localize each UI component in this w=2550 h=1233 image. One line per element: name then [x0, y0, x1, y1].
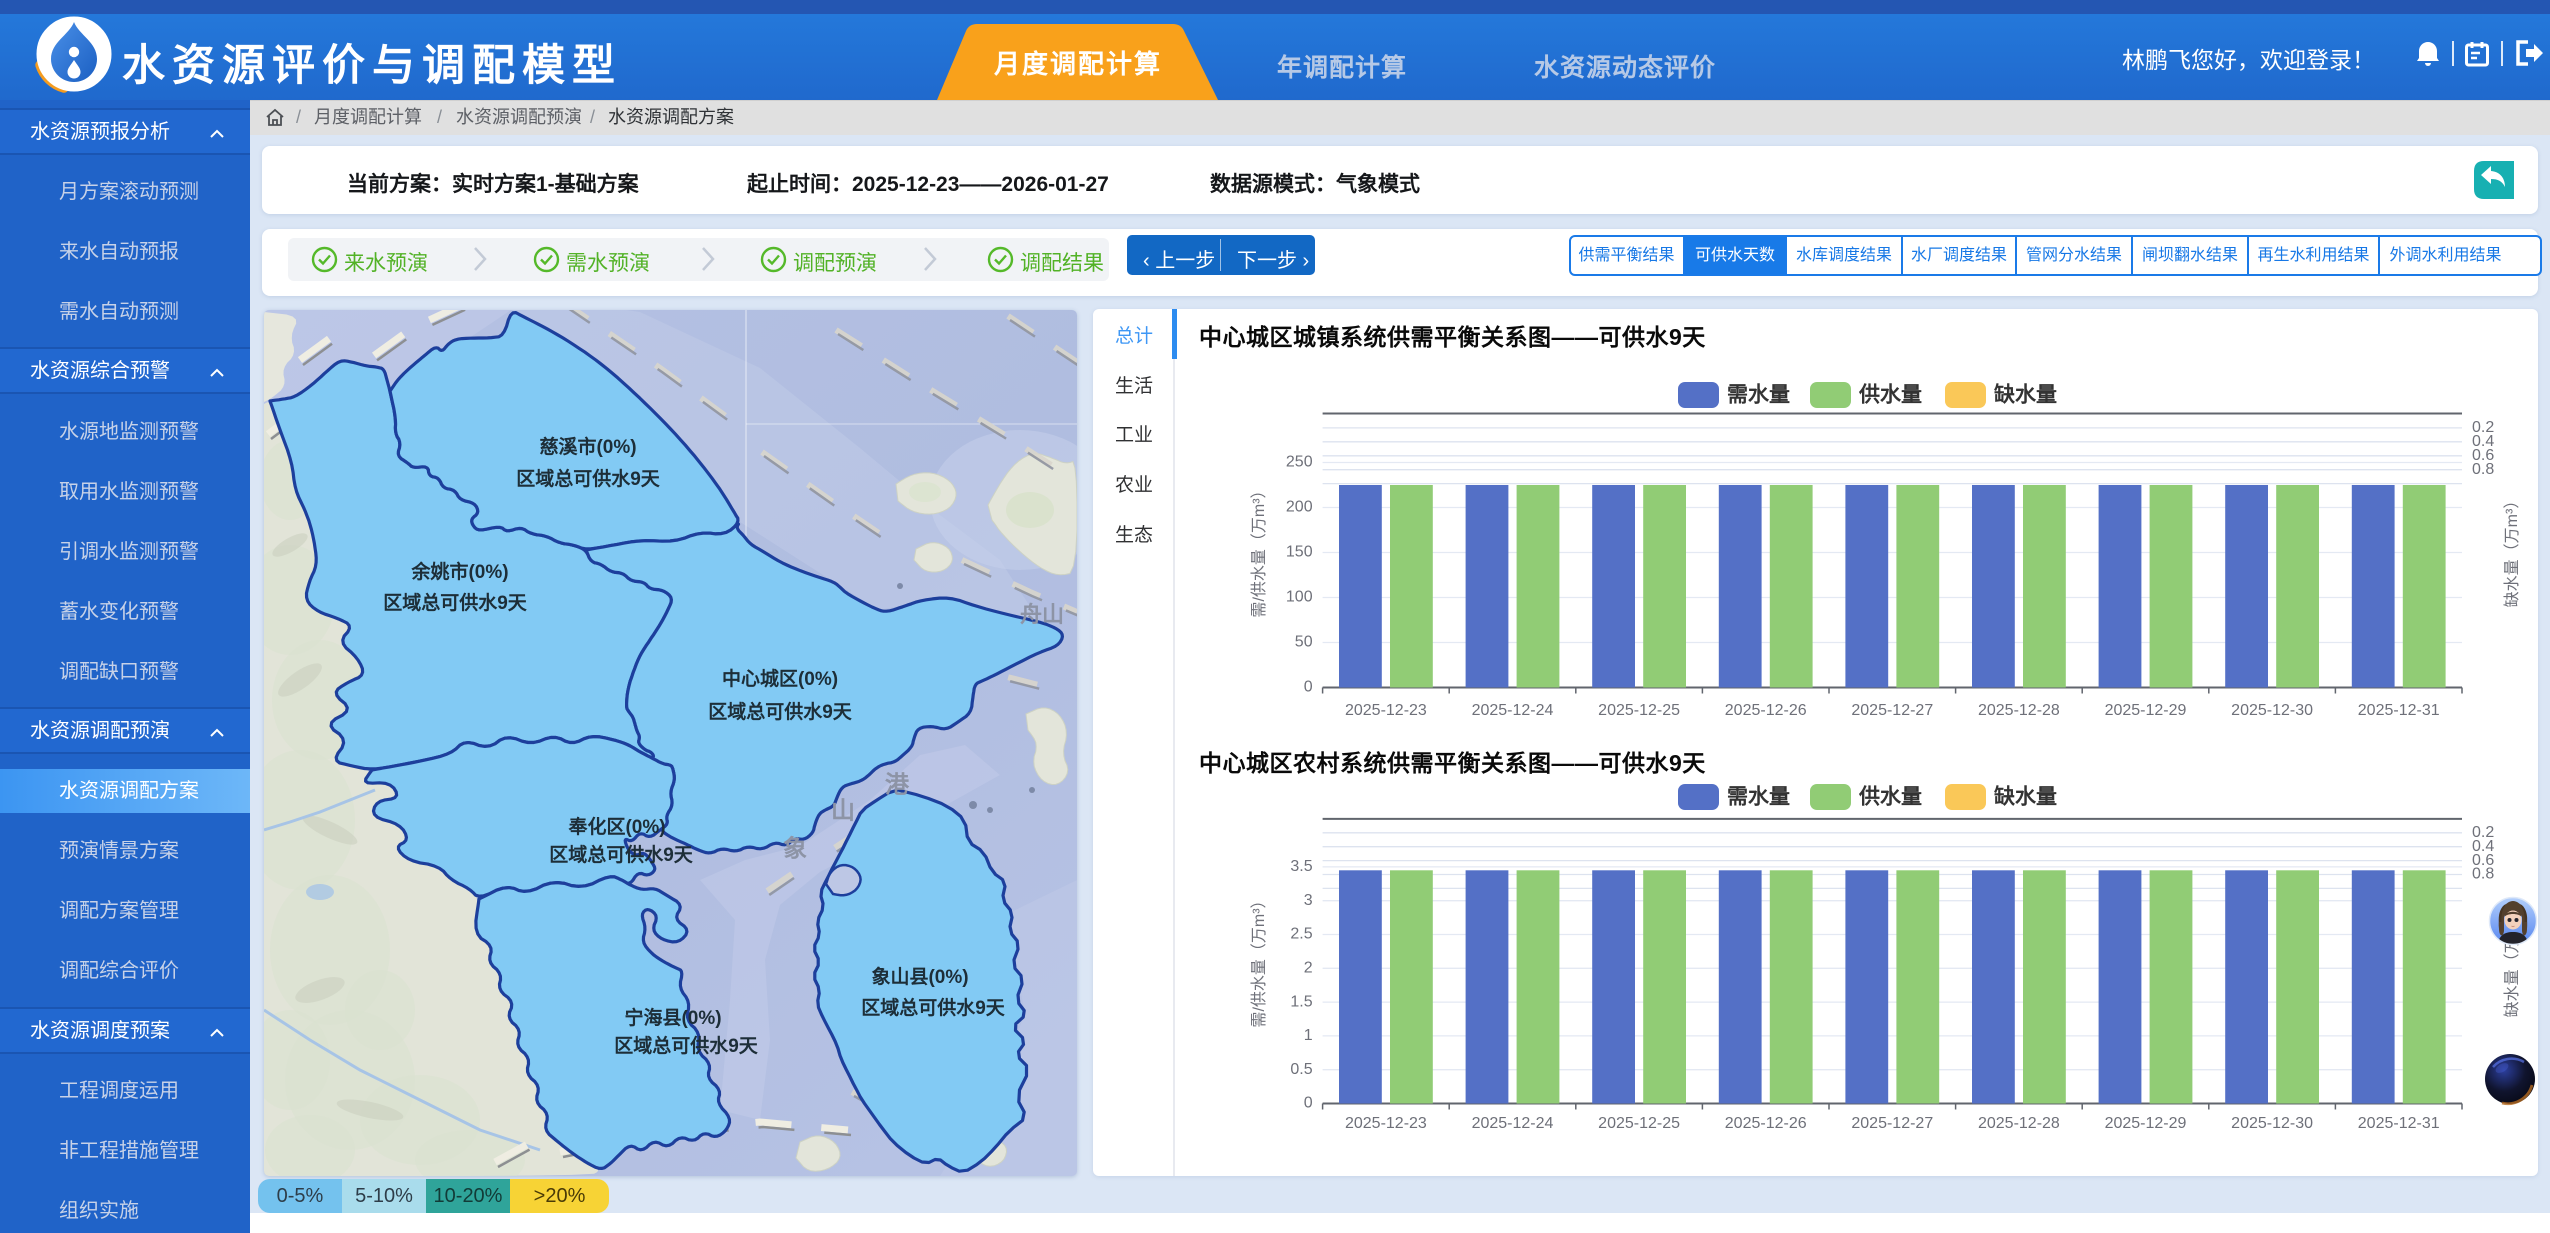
svg-text:2025-12-27: 2025-12-27: [1851, 702, 1933, 719]
svg-text:山: 山: [831, 797, 855, 824]
svg-text:月度调配计算: 月度调配计算: [993, 49, 1162, 79]
svg-text:2025-12-23: 2025-12-23: [1345, 702, 1427, 719]
svg-text:50: 50: [1295, 634, 1313, 651]
svg-text:2025-12-29: 2025-12-29: [2105, 702, 2187, 719]
svg-text:宁海县(0%): 宁海县(0%): [624, 1006, 721, 1029]
svg-text:港: 港: [885, 771, 910, 798]
svg-text:需/供水量（万m³）: 需/供水量（万m³）: [1250, 482, 1268, 617]
svg-text:2025-12-30: 2025-12-30: [2231, 702, 2313, 719]
svg-text:2025-12-26: 2025-12-26: [1725, 702, 1807, 719]
svg-text:1.5: 1.5: [1290, 993, 1312, 1010]
svg-text:需水量: 需水量: [1727, 384, 1790, 407]
svg-text:1: 1: [1304, 1027, 1313, 1044]
svg-text:250: 250: [1286, 454, 1313, 471]
svg-text:0: 0: [1304, 1095, 1313, 1112]
svg-text:0.8: 0.8: [2472, 461, 2494, 478]
svg-text:2025-12-28: 2025-12-28: [1978, 1115, 2060, 1132]
svg-text:供水量: 供水量: [1858, 785, 1922, 809]
svg-text:中心城区城镇系统供需平衡关系图——可供水9天: 中心城区城镇系统供需平衡关系图——可供水9天: [1199, 324, 1706, 350]
svg-text:区域总可供水9天: 区域总可供水9天: [861, 996, 1006, 1019]
svg-text:2025-12-31: 2025-12-31: [2358, 702, 2440, 719]
svg-text:2025-12-24: 2025-12-24: [1472, 702, 1554, 719]
svg-text:2025-12-31: 2025-12-31: [2358, 1115, 2440, 1132]
svg-text:区域总可供水9天: 区域总可供水9天: [708, 700, 853, 723]
svg-text:2.5: 2.5: [1290, 926, 1312, 943]
svg-text:区域总可供水9天: 区域总可供水9天: [383, 591, 528, 614]
svg-text:慈溪市(0%): 慈溪市(0%): [539, 435, 636, 458]
svg-text:缺水量（万m³）: 缺水量（万m³）: [2503, 493, 2521, 608]
svg-text:150: 150: [1286, 544, 1313, 561]
svg-text:2025-12-27: 2025-12-27: [1851, 1115, 1933, 1132]
svg-text:2025-12-25: 2025-12-25: [1598, 1115, 1680, 1132]
svg-text:0: 0: [1304, 679, 1313, 696]
svg-text:奉化区(0%): 奉化区(0%): [567, 815, 665, 838]
svg-text:中心城区农村系统供需平衡关系图——可供水9天: 中心城区农村系统供需平衡关系图——可供水9天: [1199, 750, 1706, 776]
svg-text:2025-12-23: 2025-12-23: [1345, 1115, 1427, 1132]
svg-text:舟山: 舟山: [1020, 602, 1064, 627]
svg-text:区域总可供水9天: 区域总可供水9天: [549, 843, 694, 866]
svg-text:中心城区(0%): 中心城区(0%): [722, 667, 838, 690]
svg-text:2025-12-28: 2025-12-28: [1978, 702, 2060, 719]
svg-text:2025-12-29: 2025-12-29: [2105, 1115, 2187, 1132]
svg-text:3.5: 3.5: [1290, 858, 1312, 875]
svg-text:2025-12-25: 2025-12-25: [1598, 702, 1680, 719]
svg-text:供水量: 供水量: [1858, 383, 1922, 407]
svg-text:0.5: 0.5: [1290, 1061, 1312, 1078]
svg-text:缺水量: 缺水量: [1994, 785, 2057, 809]
svg-text:区域总可供水9天: 区域总可供水9天: [516, 467, 661, 490]
svg-text:2025-12-26: 2025-12-26: [1725, 1115, 1807, 1132]
svg-text:缺水量: 缺水量: [1994, 383, 2057, 407]
svg-text:2025-12-24: 2025-12-24: [1472, 1115, 1554, 1132]
svg-text:余姚市(0%): 余姚市(0%): [410, 560, 508, 583]
svg-text:需/供水量（万m³）: 需/供水量（万m³）: [1250, 892, 1268, 1027]
svg-text:3: 3: [1304, 892, 1313, 909]
svg-text:100: 100: [1286, 589, 1313, 606]
svg-text:需水量: 需水量: [1727, 786, 1790, 809]
svg-text:象: 象: [783, 834, 807, 862]
svg-text:0.8: 0.8: [2472, 866, 2494, 883]
svg-text:象山县(0%): 象山县(0%): [871, 965, 968, 988]
svg-text:2: 2: [1304, 960, 1313, 977]
svg-text:200: 200: [1286, 499, 1313, 516]
svg-text:区域总可供水9天: 区域总可供水9天: [614, 1034, 759, 1057]
svg-text:2025-12-30: 2025-12-30: [2231, 1115, 2313, 1132]
